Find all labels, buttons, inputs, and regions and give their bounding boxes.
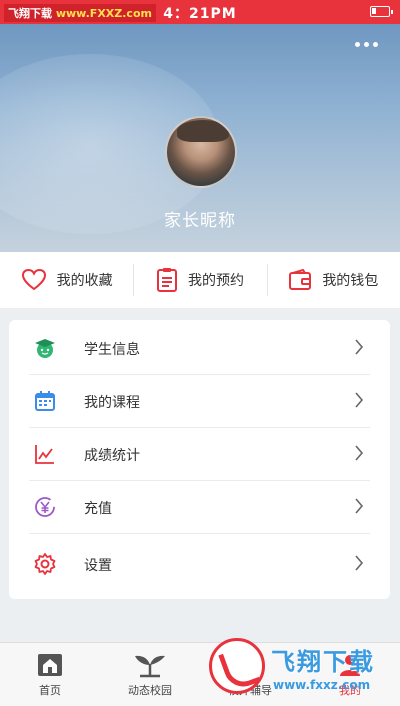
menu-item-student-info[interactable]: 学生信息 (9, 322, 390, 375)
more-icon[interactable] (355, 42, 378, 47)
nav-label: 首页 (39, 683, 61, 697)
nav-campus[interactable]: 动态校园 (100, 643, 200, 706)
quick-link-label: 我的钱包 (322, 273, 379, 289)
profile-header: 家长昵称 (0, 24, 400, 252)
battery-icon (370, 6, 393, 17)
quick-links: 我的收藏 我的预约 我的钱包 (0, 252, 400, 308)
status-bar: 飞翔下载 www.FXXZ.com 4：21PM (0, 0, 400, 24)
heart-icon (21, 268, 46, 291)
menu-item-label: 学生信息 (84, 341, 140, 358)
calendar-icon (35, 391, 55, 411)
quick-link-appointments[interactable]: 我的预约 (133, 252, 266, 308)
chart-line-icon (35, 445, 54, 464)
avatar-hair (177, 120, 229, 142)
menu-item-recharge[interactable]: 充值 (9, 481, 390, 534)
status-time: 4：21PM (163, 6, 237, 22)
menu-item-label: 我的课程 (84, 394, 140, 411)
nav-label: 动态校园 (128, 683, 172, 697)
quick-link-label: 我的收藏 (56, 273, 113, 289)
bottom-nav: 首页 动态校园 校外辅导 我的 (0, 642, 400, 706)
quick-link-label: 我的预约 (187, 273, 244, 289)
chevron-right-icon (355, 339, 364, 355)
nav-label: 校外辅导 (228, 683, 272, 697)
nav-mine[interactable]: 我的 (300, 643, 400, 706)
menu-item-label: 设置 (84, 557, 112, 574)
chevron-right-icon (355, 445, 364, 461)
nav-tutoring[interactable]: 校外辅导 (200, 643, 300, 706)
nickname[interactable]: 家长昵称 (0, 206, 400, 231)
tutor-icon (240, 654, 260, 676)
chevron-right-icon (355, 555, 364, 571)
quick-link-wallet[interactable]: 我的钱包 (266, 252, 400, 308)
profile-icon (340, 654, 360, 676)
yuan-coin-icon (35, 497, 55, 517)
gear-icon (34, 553, 56, 575)
sprout-icon (135, 655, 165, 677)
menu-item-grades[interactable]: 成绩统计 (9, 428, 390, 481)
avatar[interactable] (165, 116, 237, 188)
menu-item-settings[interactable]: 设置 (9, 538, 390, 591)
menu-item-courses[interactable]: 我的课程 (9, 375, 390, 428)
home-icon (38, 653, 62, 676)
nav-label: 我的 (339, 683, 361, 697)
menu-item-label: 充值 (84, 500, 112, 517)
menu-item-label: 成绩统计 (84, 447, 140, 464)
graduation-cap-icon (35, 339, 55, 358)
clipboard-icon (156, 268, 177, 292)
menu-card: 学生信息 我的课程 成绩统计 充值 设置 (9, 320, 390, 599)
chevron-right-icon (355, 392, 364, 408)
chevron-right-icon (355, 498, 364, 514)
divider (29, 533, 370, 534)
wallet-icon (289, 269, 312, 290)
quick-link-favorites[interactable]: 我的收藏 (0, 252, 133, 308)
nav-home[interactable]: 首页 (0, 643, 100, 706)
